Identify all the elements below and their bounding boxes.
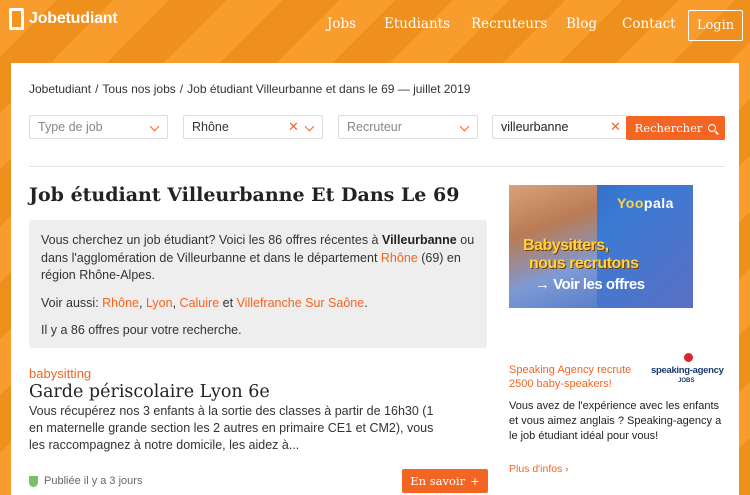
city-value: villeurbanne <box>501 120 569 134</box>
region-select[interactable]: Rhône ✕ <box>183 115 323 139</box>
sa-more-link[interactable]: Plus d'infos › <box>509 463 569 475</box>
breadcrumb-all-jobs[interactable]: Tous nos jobs <box>102 82 175 96</box>
clear-icon[interactable]: ✕ <box>610 119 621 135</box>
speaking-agency-logo: speaking-agency JOBS <box>651 353 725 398</box>
breadcrumb: Jobetudiant / Tous nos jobs / Job étudiant V… <box>29 82 470 96</box>
search-button-label: Rechercher <box>634 121 703 135</box>
see-also-link-caluire[interactable]: Caluire <box>180 296 220 310</box>
breadcrumb-current: Job étudiant Villeurbanne et dans le 69 … <box>187 82 471 96</box>
job-published: Publiée il y a 3 jours <box>29 475 142 487</box>
nav-etudiants[interactable]: Etudiants <box>384 16 450 32</box>
job-description: Vous récupérez nos 3 enfants à la sortie… <box>29 404 434 452</box>
site-logo[interactable]: Jobetudiant <box>9 8 118 30</box>
logo-icon <box>9 8 24 30</box>
intro-city: Villeurbanne <box>381 233 457 247</box>
dept-link[interactable]: Rhône <box>381 251 418 265</box>
logo-dot-icon <box>684 353 693 362</box>
breadcrumb-separator: / <box>95 82 99 96</box>
job-title[interactable]: Garde périscolaire Lyon 6e <box>29 382 270 402</box>
intro-box: Vous cherchez un job étudiant? Voici les… <box>29 220 487 348</box>
ad-headline-1: Babysitters, <box>523 237 609 254</box>
site-header: Jobetudiant Jobs Etudiants Recruteurs Bl… <box>0 0 750 62</box>
divider <box>29 166 725 167</box>
ad-brand-logo: Yoopala <box>617 195 674 211</box>
see-also-and: et <box>222 295 234 310</box>
region-value: Rhône <box>192 120 229 134</box>
breadcrumb-home[interactable]: Jobetudiant <box>29 82 91 96</box>
recruiter-placeholder: Recruteur <box>347 120 402 134</box>
see-also-link-villefranche[interactable]: Villefranche Sur Saône <box>237 296 365 310</box>
intro-text: Vous cherchez un job étudiant? Voici les… <box>41 233 382 247</box>
nav-blog[interactable]: Blog <box>566 16 597 32</box>
ad-cta: → Voir les offres <box>535 276 645 293</box>
nav-contact[interactable]: Contact <box>622 16 676 32</box>
search-icon <box>708 124 717 132</box>
clear-icon[interactable]: ✕ <box>288 119 299 135</box>
sa-description: Vous avez de l'expérience avec les enfan… <box>509 400 722 442</box>
see-also-link-lyon[interactable]: Lyon <box>146 296 173 310</box>
see-also: Voir aussi: Rhône, Lyon, Caluire et Vill… <box>41 295 368 310</box>
published-text: Publiée il y a 3 jours <box>44 475 143 487</box>
learn-more-label: En savoir <box>410 474 466 488</box>
sa-logo-sub: JOBS <box>678 378 695 384</box>
search-button[interactable]: Rechercher <box>626 116 725 140</box>
result-count: Il y a 86 offres pour votre recherche. <box>41 323 242 337</box>
nav-jobs[interactable]: Jobs <box>327 16 356 32</box>
job-category[interactable]: babysitting <box>29 366 91 381</box>
main-content: Jobetudiant / Tous nos jobs / Job étudiant V… <box>11 63 739 495</box>
breadcrumb-separator: / <box>179 82 184 96</box>
intro-paragraph: Vous cherchez un job étudiant? Voici les… <box>41 232 475 285</box>
logo-text: Jobetudiant <box>29 10 118 27</box>
job-type-select[interactable]: Type de job <box>29 115 168 139</box>
learn-more-button[interactable]: En savoir + <box>402 469 488 493</box>
nav-recruteurs[interactable]: Recruteurs <box>471 16 547 32</box>
yoopala-ad-banner[interactable]: Yoopala Babysitters, nous recrutons → Vo… <box>509 185 693 308</box>
sa-headline[interactable]: Speaking Agency recrute 2500 baby-speake… <box>509 363 639 391</box>
city-input[interactable]: villeurbanne ✕ <box>492 115 628 139</box>
plus-icon: + <box>470 474 480 488</box>
see-also-label: Voir aussi: <box>41 295 103 310</box>
shield-icon <box>29 475 38 487</box>
login-button[interactable]: Login <box>688 10 743 41</box>
ad-brand-part: pala <box>643 195 674 211</box>
page-title: Job étudiant Villeurbanne Et Dans Le 69 <box>29 184 460 206</box>
sa-logo-name: speaking-agency <box>651 365 724 376</box>
job-type-placeholder: Type de job <box>38 120 103 134</box>
ad-headline-2: nous recrutons <box>529 255 639 272</box>
see-also-link-rhone[interactable]: Rhône <box>102 296 139 310</box>
recruiter-select[interactable]: Recruteur <box>338 115 478 139</box>
ad-brand-part: Yoo <box>617 195 644 211</box>
